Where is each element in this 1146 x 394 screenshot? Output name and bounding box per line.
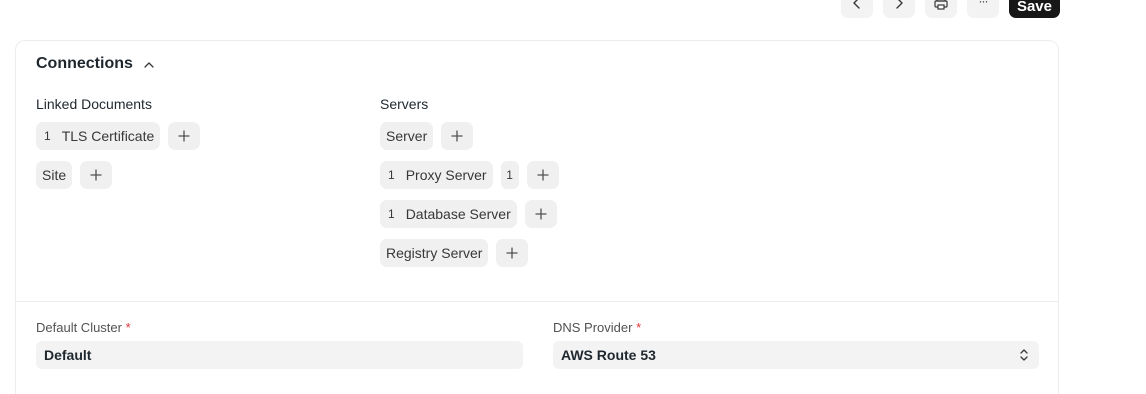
- server-link[interactable]: Server: [380, 122, 434, 150]
- field-label-text: Default Cluster: [36, 320, 122, 335]
- plus-icon: [535, 208, 547, 220]
- field-value: Default: [44, 347, 92, 363]
- default-cluster-field: Default Cluster * Default: [36, 320, 523, 369]
- save-button[interactable]: Save: [1008, 0, 1060, 18]
- server-row: Server: [380, 122, 559, 150]
- link-count: 1: [44, 129, 51, 143]
- section-divider: [16, 301, 1058, 302]
- linked-documents-title: Linked Documents: [36, 96, 152, 112]
- chevron-right-icon: [896, 0, 903, 9]
- chevron-up-icon: [143, 59, 155, 71]
- field-label-text: DNS Provider: [553, 320, 633, 335]
- required-marker: *: [125, 320, 131, 335]
- plus-icon: [178, 130, 190, 142]
- link-label: Registry Server: [386, 245, 483, 261]
- add-tls-certificate-button[interactable]: [168, 122, 201, 150]
- server-row: Registry Server: [380, 239, 559, 267]
- dns-provider-field: DNS Provider * AWS Route 53: [553, 320, 1039, 369]
- database-server-link[interactable]: 1 Database Server: [380, 200, 517, 228]
- plus-icon: [536, 169, 549, 181]
- next-button[interactable]: [882, 0, 915, 18]
- connections-card: Connections Linked Documents 1 TLS Certi…: [15, 40, 1059, 394]
- field-value: AWS Route 53: [561, 347, 656, 363]
- linked-row: Site: [36, 161, 200, 189]
- toolbar: ··· Save: [840, 0, 1060, 18]
- link-count: 1: [388, 207, 395, 221]
- section-title: Connections: [36, 55, 133, 72]
- add-server-button[interactable]: [441, 122, 474, 150]
- site-link[interactable]: Site: [36, 161, 73, 189]
- server-row: 1 Database Server: [380, 200, 559, 228]
- link-label: Site: [42, 167, 67, 183]
- server-row: 1 Proxy Server 1: [380, 161, 559, 189]
- default-cluster-label: Default Cluster *: [36, 320, 523, 335]
- add-database-server-button[interactable]: [524, 200, 557, 228]
- servers-title: Servers: [380, 96, 429, 112]
- proxy-server-extra-count[interactable]: 1: [500, 161, 519, 189]
- add-site-button[interactable]: [80, 161, 113, 189]
- chevron-left-icon: [853, 0, 860, 9]
- select-arrows-icon: [1019, 348, 1029, 365]
- plus-icon: [90, 169, 102, 181]
- link-label: Server: [386, 128, 428, 144]
- dns-provider-label: DNS Provider *: [553, 320, 1039, 335]
- linked-row: 1 TLS Certificate: [36, 122, 201, 150]
- link-label: Database Server: [405, 206, 511, 222]
- registry-server-link[interactable]: Registry Server: [380, 239, 489, 267]
- default-cluster-input[interactable]: Default: [36, 341, 523, 369]
- link-count: 1: [388, 168, 395, 182]
- more-button[interactable]: ···: [966, 0, 999, 18]
- dns-provider-select[interactable]: AWS Route 53: [553, 341, 1039, 369]
- print-button[interactable]: [924, 0, 957, 18]
- link-label: TLS Certificate: [61, 128, 155, 144]
- plus-icon: [451, 130, 463, 142]
- add-proxy-server-button[interactable]: [526, 161, 559, 189]
- printer-icon: [934, 0, 948, 10]
- previous-button[interactable]: [840, 0, 873, 18]
- linked-documents-column: Linked Documents 1 TLS Certificate Site: [36, 96, 201, 200]
- link-label: Proxy Server: [405, 167, 487, 183]
- required-marker: *: [636, 320, 642, 335]
- servers-column: Servers Server 1 Proxy Server 1 1 Databa…: [380, 96, 559, 278]
- connections-section-toggle[interactable]: Connections: [36, 55, 155, 73]
- more-icon: ···: [978, 0, 988, 8]
- page: ··· Save Connections Linked Documents 1 …: [0, 0, 1146, 394]
- plus-icon: [506, 247, 519, 259]
- tls-certificate-link[interactable]: 1 TLS Certificate: [36, 122, 161, 150]
- proxy-server-link[interactable]: 1 Proxy Server: [380, 161, 493, 189]
- add-registry-server-button[interactable]: [496, 239, 529, 267]
